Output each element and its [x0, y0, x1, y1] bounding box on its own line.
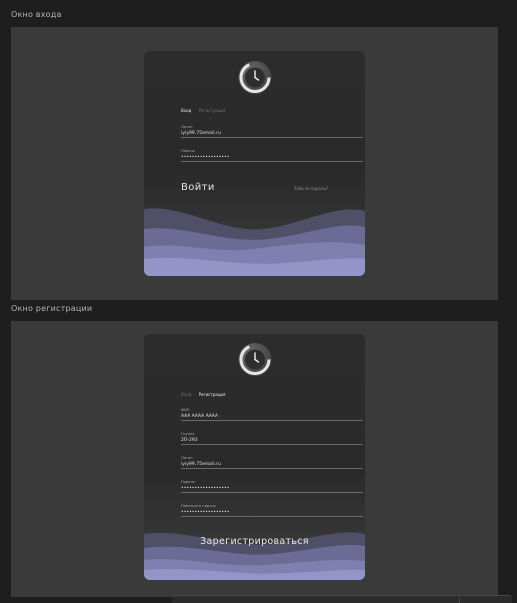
toolbar-divider [459, 597, 460, 603]
login-card[interactable]: Вход Регистрация Логин iyiy99.75email.ru… [144, 51, 365, 276]
tab-login[interactable]: Вход [181, 108, 191, 113]
bottom-toolbar[interactable] [172, 595, 512, 603]
register-button[interactable]: Зарегистрироваться [144, 536, 365, 547]
tab-login[interactable]: Вход [181, 392, 191, 397]
clock-icon [238, 61, 271, 94]
login-frame[interactable]: Вход Регистрация Логин iyiy99.75email.ru… [11, 27, 498, 300]
fullname-field[interactable]: ФИО ААА АААА АААА [181, 408, 363, 421]
password-field-value[interactable]: •••••••••••••••••• [181, 154, 363, 161]
register-section-title: Окно регистрации [11, 304, 93, 313]
wave-decoration [144, 532, 365, 580]
login-button[interactable]: Войти [181, 182, 215, 193]
clock-icon [238, 343, 271, 376]
login-field[interactable]: Логин iyiy99.75email.ru [181, 456, 363, 469]
repeat-password-field[interactable]: Повторите пароль •••••••••••••••••• [181, 504, 363, 517]
login-tabs: Вход Регистрация [181, 108, 231, 113]
register-frame[interactable]: Вход Регистрация ФИО ААА АААА АААА Групп… [11, 321, 498, 597]
login-field-value[interactable]: iyiy99.75email.ru [181, 461, 363, 468]
fullname-field-value[interactable]: ААА АААА АААА [181, 413, 363, 420]
group-field[interactable]: Группа 2П-293 [181, 432, 363, 445]
login-field[interactable]: Логин iyiy99.75email.ru [181, 125, 363, 138]
repeat-password-field-value[interactable]: •••••••••••••••••• [181, 509, 363, 516]
group-field-value[interactable]: 2П-293 [181, 437, 363, 444]
password-field[interactable]: Пароль •••••••••••••••••• [181, 149, 363, 162]
wave-decoration [144, 208, 365, 276]
canvas-page: Окно входа Вход Регистрация Логин iyiy99… [0, 0, 517, 603]
password-field-value[interactable]: •••••••••••••••••• [181, 485, 363, 492]
forgot-password-link[interactable]: Забыли пароль? [294, 186, 328, 191]
login-field-value[interactable]: iyiy99.75email.ru [181, 130, 363, 137]
tab-register[interactable]: Регистрация [199, 108, 226, 113]
register-tabs: Вход Регистрация [181, 392, 231, 397]
tab-register[interactable]: Регистрация [199, 392, 226, 397]
login-section-title: Окно входа [11, 10, 62, 19]
password-field[interactable]: Пароль •••••••••••••••••• [181, 480, 363, 493]
register-card[interactable]: Вход Регистрация ФИО ААА АААА АААА Групп… [144, 334, 365, 580]
